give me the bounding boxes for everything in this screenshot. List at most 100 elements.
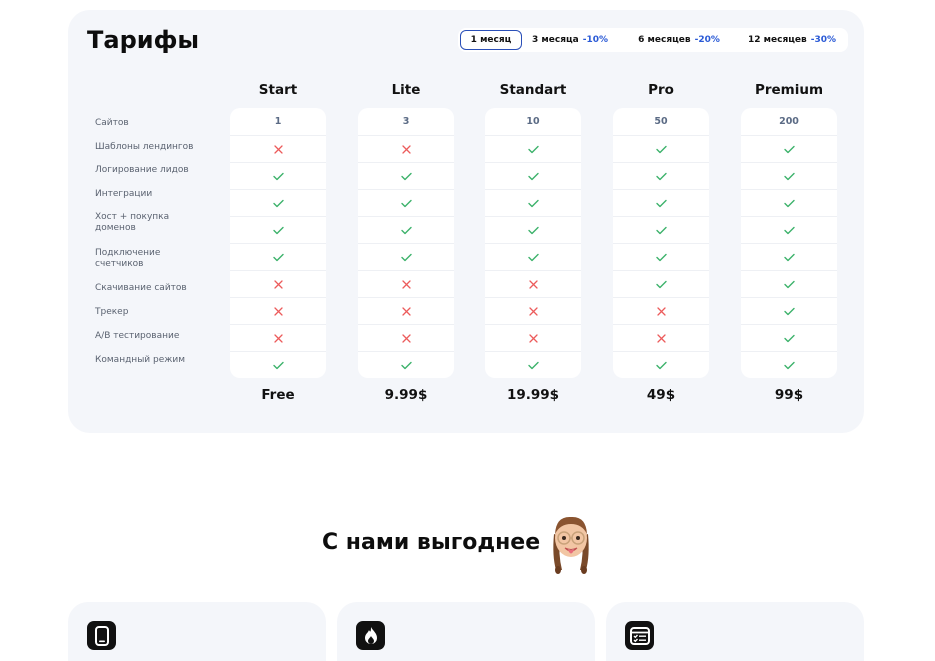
period-tab-6-months[interactable]: 6 месяцев -20% [634,30,724,50]
plan-cell [358,270,454,297]
plan-cell [613,216,709,243]
check-icon [655,199,667,208]
cross-icon [273,144,283,154]
feature-label-lead-logging: Логирование лидов [95,165,189,175]
cross-icon [401,279,411,289]
check-icon [783,172,795,181]
plan-feature-box: 3 [358,108,454,378]
period-tabs: 1 месяц 3 месяца -10% 6 месяцев -20% 12 … [458,28,848,52]
plan-name: Standart [499,82,567,98]
plan-cell-sites: 200 [741,108,837,135]
check-icon [527,199,539,208]
plan-cell [741,162,837,189]
period-tab-label: 3 месяца [532,35,579,45]
check-icon [400,361,412,370]
check-icon [400,253,412,262]
feature-label-hosting: Хост + покупка доменов [95,212,170,233]
plan-price: 49$ [646,387,676,403]
plan-cell [613,243,709,270]
plan-cell [741,324,837,351]
plan-cell [741,351,837,378]
plan-cell-sites: 3 [358,108,454,135]
plan-cell [230,324,326,351]
plan-cell [613,162,709,189]
plan-cell [485,324,581,351]
benefit-card-3 [606,602,864,661]
plan-cell [230,135,326,162]
period-tab-discount: -30% [810,35,836,45]
period-tab-3-months[interactable]: 3 месяца -10% [528,30,612,50]
check-icon [783,361,795,370]
plan-cell [485,297,581,324]
plan-name: Pro [648,82,674,98]
plan-cell [230,162,326,189]
cross-icon [528,279,538,289]
plan-cell [485,351,581,378]
check-icon [272,361,284,370]
plan-cell [741,135,837,162]
plan-price: Free [261,387,295,403]
check-icon [655,253,667,262]
period-tab-discount: -20% [694,35,720,45]
plan-sites-count: 50 [654,116,668,127]
cross-icon [273,333,283,343]
plan-cell [358,324,454,351]
phone-icon [87,621,116,650]
plan-feature-box: 10 [485,108,581,378]
plan-cell-sites: 1 [230,108,326,135]
check-icon [655,226,667,235]
plan-cell [358,297,454,324]
plan-cell [230,189,326,216]
plan-cell [485,135,581,162]
plan-cell [741,243,837,270]
period-tab-12-months[interactable]: 12 месяцев -30% [742,30,842,50]
check-icon [655,280,667,289]
plan-cell-sites: 10 [485,108,581,135]
plan-sites-count: 3 [402,116,410,127]
memoji-avatar [548,512,594,578]
cross-icon [401,144,411,154]
plan-cell [485,162,581,189]
period-tab-label: 12 месяцев [748,35,807,45]
feature-label-site-download: Скачивание сайтов [95,283,187,293]
check-icon [783,145,795,154]
plan-cell [485,270,581,297]
check-icon [783,334,795,343]
pricing-title: Тарифы [87,26,200,54]
plan-cell [358,135,454,162]
feature-label-sites: Сайтов [95,118,129,128]
feature-label-templates: Шаблоны лендингов [95,142,194,152]
cross-icon [528,333,538,343]
period-tab-discount: -10% [582,35,608,45]
check-icon [400,199,412,208]
check-icon [527,172,539,181]
check-icon [527,145,539,154]
check-icon [272,253,284,262]
cross-icon [656,333,666,343]
plan-feature-box: 200 [741,108,837,378]
pricing-card: Тарифы 1 месяц 3 месяца -10% 6 месяцев -… [68,10,864,433]
browser-list-icon [625,621,654,650]
cross-icon [273,306,283,316]
check-icon [527,361,539,370]
cross-icon [401,333,411,343]
fire-icon [356,621,385,650]
plan-cell [485,216,581,243]
plan-cell [230,297,326,324]
period-tab-1-month[interactable]: 1 месяц [460,30,522,50]
check-icon [527,253,539,262]
plan-cell [613,351,709,378]
plan-cell [358,162,454,189]
cross-icon [273,279,283,289]
plan-cell [613,189,709,216]
plan-cell-sites: 50 [613,108,709,135]
plan-cell [230,351,326,378]
plan-cell [741,189,837,216]
feature-label-counters: Подключение счетчиков [95,248,161,269]
plan-cell [358,243,454,270]
check-icon [527,226,539,235]
period-tab-label: 6 месяцев [638,35,691,45]
feature-label-integrations: Интеграции [95,189,153,199]
benefits-heading: С нами выгоднее [322,530,541,555]
check-icon [272,172,284,181]
